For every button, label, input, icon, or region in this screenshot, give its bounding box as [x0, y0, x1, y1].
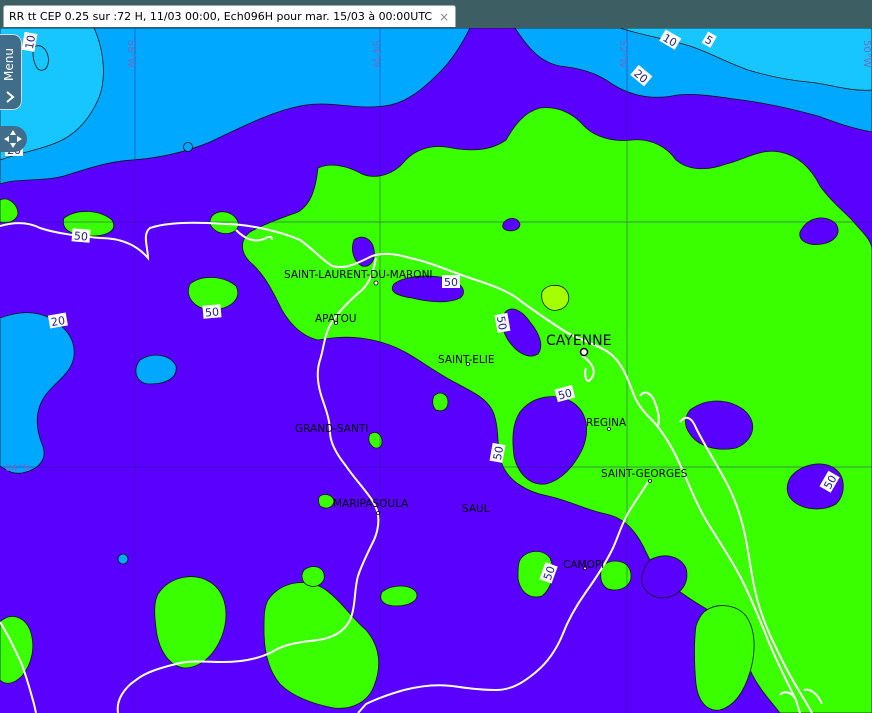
- graticule-label-54w: 54°W: [370, 40, 381, 68]
- contour-label-50-central: 50: [494, 315, 509, 331]
- menu-button[interactable]: Menu: [0, 34, 22, 110]
- city-label-saint-georges: SAINT-GEORGES: [601, 468, 688, 480]
- precip-patch-green-12: [301, 566, 325, 587]
- close-icon[interactable]: ×: [439, 10, 449, 24]
- map-tab[interactable]: RR tt CEP 0.25 sur :72 H, 11/03 00:00, E…: [3, 5, 457, 27]
- precip-spot-blue-west: [135, 354, 177, 385]
- graticule-label-50w: 50°W: [861, 40, 872, 68]
- precipitation-map[interactable]: 56°W 54°W 52°W 50°W 04°N SAINT-LAURENT-D…: [0, 28, 872, 713]
- precip-zone-yellowgreen: [541, 284, 570, 311]
- city-label-cayenne: CAYENNE: [546, 333, 611, 349]
- menu-label: Menu: [2, 48, 16, 82]
- city-label-apatou: APATOU: [315, 313, 357, 325]
- precip-spot-blue-2: [117, 553, 129, 565]
- contour-label-20-west: 20: [50, 314, 66, 329]
- graticule-label-4n: 04°N: [5, 463, 30, 474]
- contour-label-10-nw: 10: [23, 34, 38, 50]
- city-label-saint-elie: SAINT-ELIE: [438, 354, 494, 366]
- map-tab-title: RR tt CEP 0.25 sur :72 H, 11/03 00:00, E…: [9, 10, 433, 23]
- city-label-regina: REGINA: [586, 417, 627, 429]
- city-label-saint-laurent: SAINT-LAURENT-DU-MARONI: [284, 269, 433, 281]
- contour-label-50-saul: 50: [491, 445, 506, 461]
- city-label-maripasoula: MARIPASOULA: [333, 498, 409, 510]
- pan-arrows-icon: [4, 130, 22, 148]
- contour-label-50-north: 50: [444, 276, 458, 289]
- city-label-saul: SAUL: [462, 503, 490, 515]
- contour-label-50-west: 50: [205, 305, 220, 319]
- chevron-right-icon: [6, 91, 15, 103]
- tab-bar: RR tt CEP 0.25 sur :72 H, 11/03 00:00, E…: [0, 0, 872, 28]
- city-label-camopi: CAMOPI: [563, 559, 604, 571]
- graticule-label-56w: 56°W: [125, 40, 136, 68]
- pan-control[interactable]: [0, 126, 27, 152]
- precip-patch-green-15: [318, 494, 335, 509]
- contour-label-50-coast-west: 50: [73, 229, 88, 243]
- precip-patch-green-13: [432, 392, 449, 412]
- graticule-label-52w: 52°W: [617, 40, 628, 68]
- precip-spot-blue-1: [183, 142, 193, 152]
- precip-patch-green-9: [600, 560, 632, 591]
- city-label-grand-santi: GRAND-SANTI: [295, 423, 368, 435]
- precip-patch-green-10: [380, 585, 418, 607]
